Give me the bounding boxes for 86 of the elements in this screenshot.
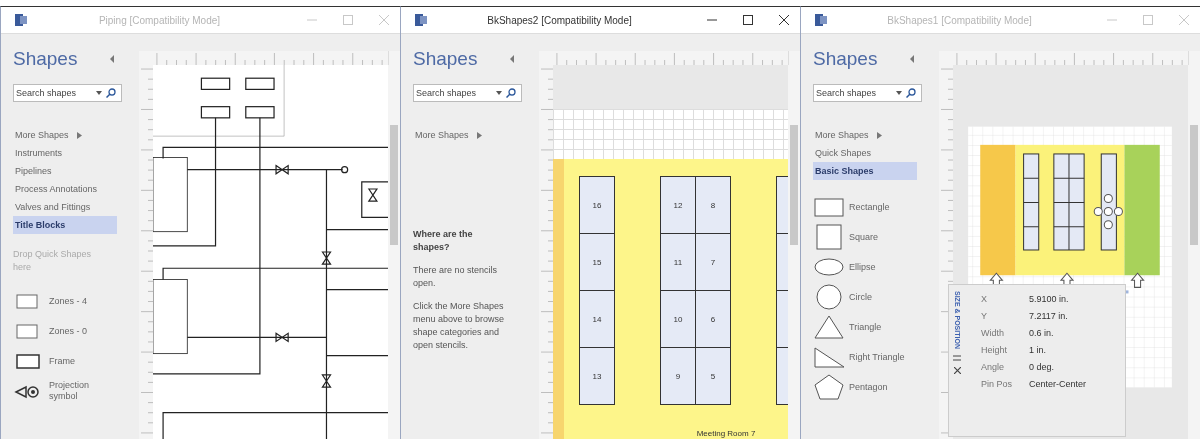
dropdown-caret-icon[interactable]	[496, 91, 502, 95]
caret-icon	[476, 131, 482, 139]
caret-icon	[76, 131, 82, 139]
stencil-item[interactable]: More Shapes	[413, 126, 517, 144]
right-triangle-shape-icon[interactable]	[813, 344, 847, 370]
drop-hint: Drop Quick Shapes here	[13, 248, 93, 274]
stencil-item[interactable]: Quick Shapes	[813, 144, 917, 162]
dropdown-caret-icon[interactable]	[96, 91, 102, 95]
property-value[interactable]: 5.9100 in.	[1029, 294, 1087, 304]
search-box[interactable]: Search shapes	[13, 84, 122, 102]
property-label: Y	[981, 311, 988, 321]
vertical-scrollbar[interactable]	[388, 65, 400, 439]
close-icon[interactable]	[778, 14, 790, 26]
search-field[interactable]: Search shapes	[414, 88, 492, 98]
stencil-item[interactable]: Pipelines	[13, 162, 117, 180]
search-field[interactable]: Search shapes	[814, 88, 892, 98]
stencil-item[interactable]: Valves and Fittings	[13, 198, 117, 216]
property-value[interactable]: 0 deg.	[1029, 362, 1087, 372]
property-label: Angle	[981, 362, 1006, 372]
help-heading: Where are the shapes?	[413, 228, 474, 254]
property-label: X	[981, 294, 988, 304]
desk-number: 5	[695, 348, 730, 404]
property-value[interactable]: 7.2117 in.	[1029, 311, 1087, 321]
panel-heading: Shapes	[13, 48, 78, 70]
panel-heading: Shapes	[413, 48, 478, 70]
desk-number: 10	[672, 313, 684, 326]
property-label: Pin Pos	[981, 379, 1014, 389]
desk-number: 9	[674, 370, 682, 383]
property-label: Height	[981, 345, 1008, 355]
shape-label: Ellipse	[849, 261, 877, 273]
desk-number: 16	[591, 199, 603, 212]
window-title: BkShapes1 [Compatibility Mode]	[886, 14, 1033, 26]
shape-label: Circle	[849, 291, 873, 303]
triangle-shape-icon[interactable]	[813, 314, 847, 340]
app-icon	[415, 13, 427, 27]
stencil-item[interactable]: Instruments	[13, 144, 117, 162]
desk-number: 13	[591, 370, 603, 383]
stencil-item[interactable]: Basic Shapes	[813, 162, 917, 180]
room-caption: Meeting Room 7	[696, 429, 756, 439]
collapse-icon[interactable]	[509, 55, 515, 63]
stencil-item[interactable]: Title Blocks	[13, 216, 117, 234]
desk-number: 14	[591, 313, 603, 326]
pin-icon[interactable]	[953, 354, 961, 361]
window-title: Piping [Compatibility Mode]	[97, 14, 222, 26]
vertical-scrollbar[interactable]	[1188, 65, 1200, 439]
collapse-icon[interactable]	[909, 55, 915, 63]
property-label: Width	[981, 328, 1005, 338]
shape-label: Rectangle	[849, 201, 891, 213]
shape-label: Triangle	[849, 321, 883, 333]
window-title: BkShapes2 [Compatibility Mode]	[486, 14, 633, 26]
stencil-item[interactable]: Process Annotations	[13, 180, 117, 198]
panel-heading: Shapes	[813, 48, 878, 70]
app-icon	[815, 13, 827, 27]
search-field[interactable]: Search shapes	[14, 88, 92, 98]
property-value[interactable]: 0.6 in.	[1029, 328, 1087, 338]
shape-label: Projection symbol	[49, 380, 91, 402]
shape-label: Zones - 0	[49, 325, 89, 337]
shape-label: Square	[849, 231, 880, 243]
desk-number: 8	[695, 177, 730, 233]
help-text: There are no stencils open.	[413, 264, 499, 290]
collapse-icon[interactable]	[109, 55, 115, 63]
search-icon[interactable]	[506, 88, 516, 98]
desk-number: 6	[695, 291, 730, 347]
shape-label: Frame	[49, 355, 76, 367]
desk-number: 11	[672, 256, 684, 269]
shape-label: Pentagon	[849, 381, 889, 393]
search-box[interactable]: Search shapes	[813, 84, 922, 102]
stencil-item[interactable]: More Shapes	[813, 126, 917, 144]
desk-number: 15	[591, 256, 603, 269]
search-icon[interactable]	[906, 88, 916, 98]
shape-label: Zones - 4	[49, 295, 89, 307]
dropdown-caret-icon[interactable]	[896, 91, 902, 95]
help-text: Click the More Shapes menu above to browse shape categories and open stencils.	[413, 300, 506, 352]
vertical-scrollbar[interactable]	[788, 65, 800, 439]
desk-number: 7	[695, 234, 730, 290]
close-icon[interactable]	[953, 366, 961, 374]
desk-number: 12	[672, 199, 684, 212]
stencil-item[interactable]: More Shapes	[13, 126, 117, 144]
property-value[interactable]: Center-Center	[1029, 379, 1087, 389]
search-box[interactable]: Search shapes	[413, 84, 522, 102]
caret-icon	[876, 131, 882, 139]
shape-label: Right Triangle	[849, 351, 906, 363]
search-icon[interactable]	[106, 88, 116, 98]
maximize-icon[interactable]	[742, 14, 754, 26]
property-value[interactable]: 1 in.	[1029, 345, 1087, 355]
app-icon	[15, 13, 27, 27]
